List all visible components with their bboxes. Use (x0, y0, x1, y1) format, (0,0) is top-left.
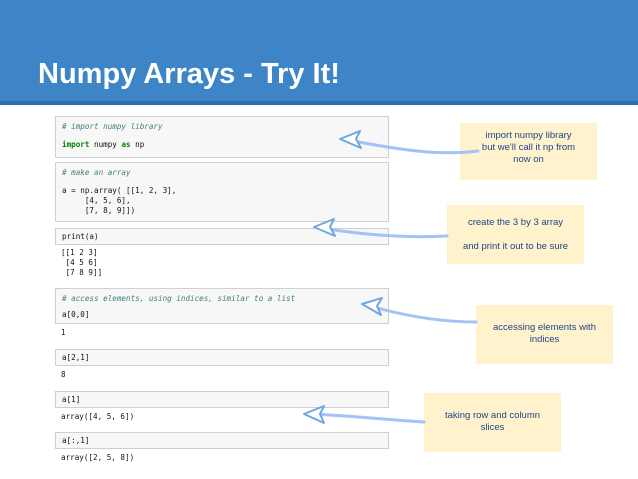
arrow-slices (310, 412, 426, 424)
arrowhead-slices-icon (303, 405, 325, 424)
arrow-create (320, 226, 449, 239)
arrow-import (346, 138, 480, 155)
arrowhead-import-icon (339, 130, 362, 149)
callout-arrows (303, 130, 480, 424)
arrow-access (368, 304, 478, 324)
arrowhead-create-icon (313, 218, 336, 237)
arrowhead-access-icon (361, 297, 383, 316)
